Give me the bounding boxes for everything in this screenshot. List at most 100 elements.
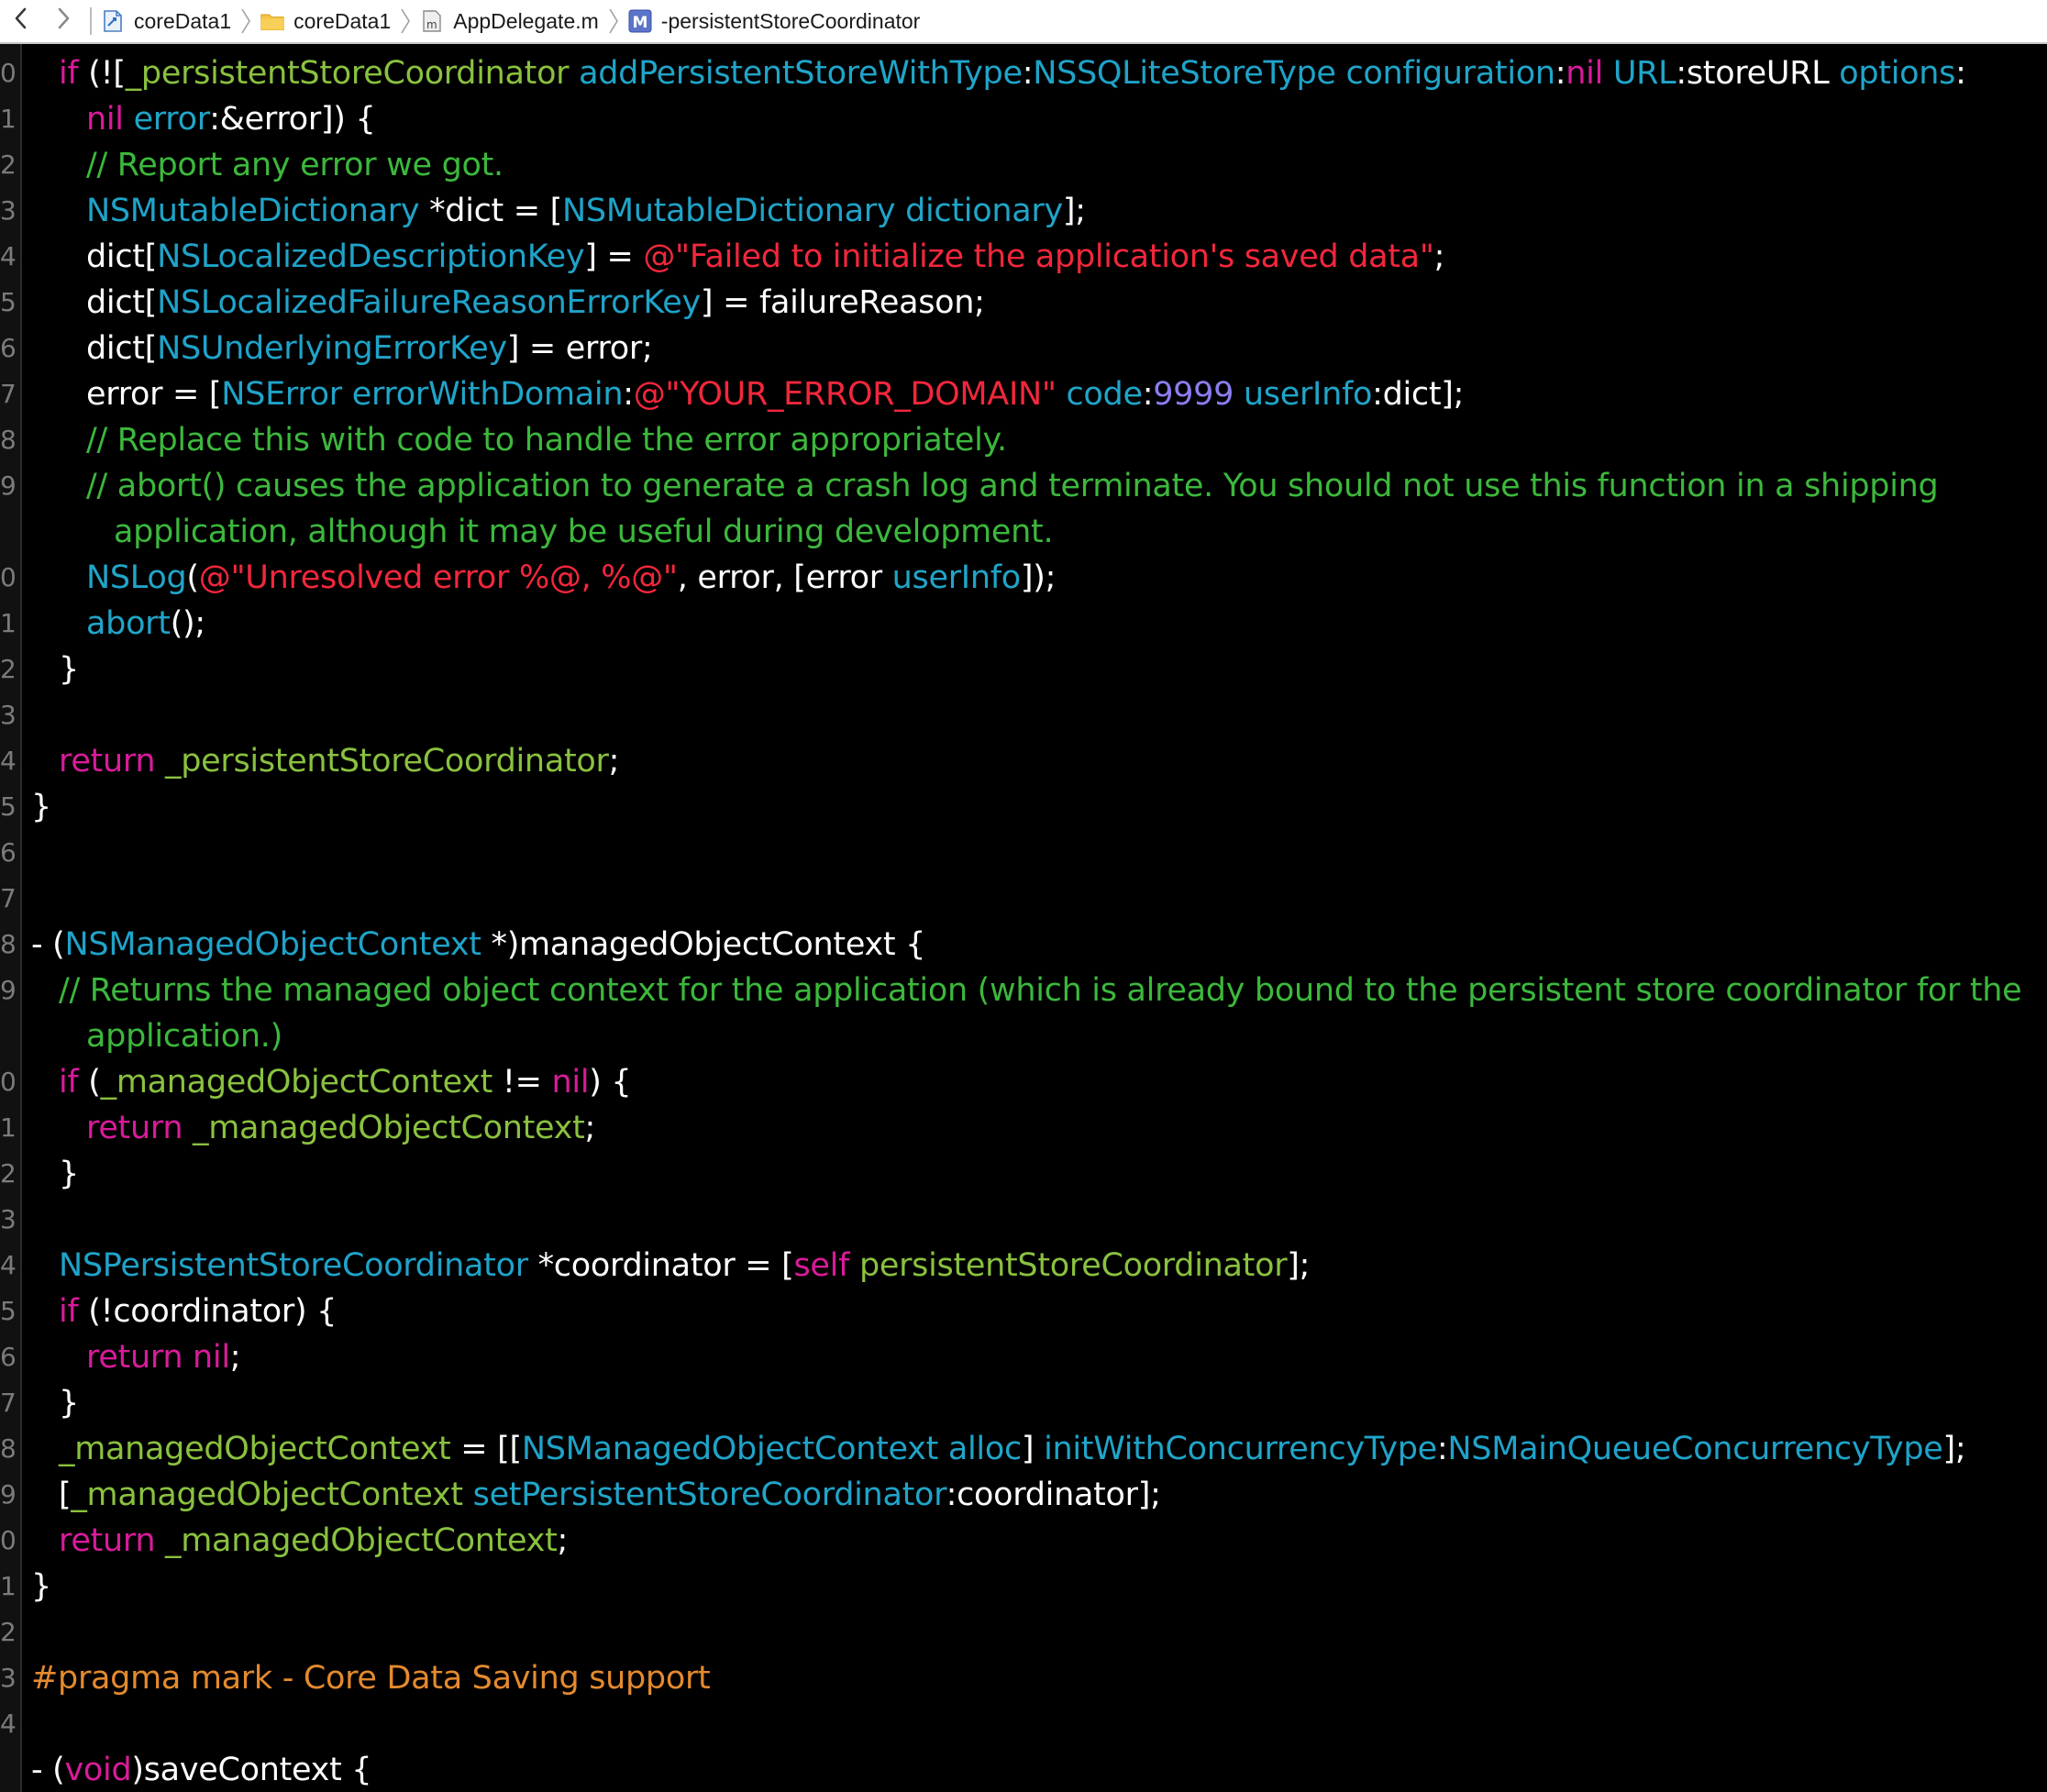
code-line[interactable]: NSMutableDictionary *dict = [NSMutableDi…	[86, 188, 1086, 234]
code-token: ;	[229, 1339, 241, 1376]
code-line[interactable]: if (_managedObjectContext != nil) {	[59, 1059, 632, 1105]
code-token: alloc	[947, 1431, 1022, 1467]
code-line[interactable]: return _managedObjectContext;	[59, 1518, 568, 1564]
line-number: 9	[0, 1479, 17, 1510]
code-line[interactable]: _managedObjectContext = [[NSManagedObjec…	[59, 1426, 1966, 1472]
code-token: nil	[86, 101, 124, 138]
code-line[interactable]: NSPersistentStoreCoordinator *coordinato…	[59, 1243, 1310, 1289]
code-line[interactable]: dict[NSLocalizedDescriptionKey] = @"Fail…	[86, 234, 1444, 280]
code-token: #pragma mark - Core Data Saving support	[31, 1660, 711, 1697]
code-token: = [[	[450, 1431, 522, 1467]
code-token: *dict = [	[419, 193, 563, 229]
line-number: 3	[0, 1204, 17, 1234]
code-line[interactable]: - (NSManagedObjectContext *)managedObjec…	[31, 922, 925, 968]
code-token: NSSQLiteStoreType	[1033, 55, 1336, 92]
code-line[interactable]: #pragma mark - Core Data Saving support	[31, 1655, 711, 1701]
line-number: 6	[0, 837, 17, 868]
xcode-project-icon	[101, 9, 125, 33]
breadcrumb-separator-icon	[240, 7, 251, 35]
code-token: ];	[1287, 1247, 1311, 1284]
code-token: return	[86, 1339, 183, 1376]
code-line[interactable]: // Replace this with code to handle the …	[86, 417, 1007, 463]
line-number: 3	[0, 1663, 17, 1693]
breadcrumb-label: -persistentStoreCoordinator	[660, 8, 921, 33]
code-line[interactable]: - (void)saveContext {	[31, 1747, 372, 1792]
code-line[interactable]: NSLog(@"Unresolved error %@, %@", error,…	[86, 555, 1056, 601]
code-line[interactable]: return _persistentStoreCoordinator;	[59, 738, 619, 784]
code-line[interactable]: }	[31, 1564, 51, 1609]
code-token: application.)	[86, 1018, 282, 1055]
code-token: @"Unresolved error %@, %@"	[198, 559, 678, 596]
code-line[interactable]: application.)	[86, 1013, 282, 1059]
code-token: _managedObjectContext	[193, 1110, 585, 1146]
code-line[interactable]: nil error:&error]) {	[86, 96, 376, 142]
code-token: ;	[584, 1110, 596, 1146]
code-token: self	[793, 1247, 850, 1284]
code-token: // Replace this with code to handle the …	[86, 422, 1007, 459]
code-line[interactable]: }	[31, 784, 51, 830]
code-token: 9999	[1153, 376, 1234, 413]
code-line[interactable]: // Report any error we got.	[86, 142, 503, 188]
code-token: _managedObjectContext	[71, 1477, 463, 1513]
code-line[interactable]: [_managedObjectContext setPersistentStor…	[59, 1472, 1161, 1518]
breadcrumb-method[interactable]: M -persistentStoreCoordinator	[628, 8, 921, 34]
code-token: ];	[1942, 1431, 1966, 1467]
source-editor[interactable]: 0 1 2 3 4 5 6 7 8 9 0 1 2 3 4 5 6 7 8 9 0 1 2 3 4 5 6 7 8 9 0 1 2 3 4 if (…	[0, 44, 2047, 1792]
breadcrumb-separator-icon	[400, 7, 411, 35]
code-token: ] = error;	[506, 330, 653, 367]
folder-icon	[260, 9, 284, 33]
code-token: }	[31, 789, 51, 825]
code-line[interactable]: abort();	[86, 601, 205, 647]
code-line[interactable]: }	[59, 647, 79, 692]
line-number: 8	[0, 425, 17, 455]
code-token: *)managedObjectContext {	[481, 926, 926, 963]
line-number: 1	[0, 1571, 17, 1601]
line-number: 4	[0, 746, 17, 776]
code-line[interactable]: dict[NSLocalizedFailureReasonErrorKey] =…	[86, 280, 985, 326]
objc-file-icon: m	[420, 9, 444, 33]
line-number: 3	[0, 195, 17, 226]
breadcrumb-file[interactable]: m AppDelegate.m	[420, 9, 599, 34]
code-token: error = [	[86, 376, 222, 413]
code-line[interactable]: if (![_persistentStoreCoordinator addPer…	[59, 50, 1966, 96]
code-token: !=	[492, 1064, 552, 1101]
code-line[interactable]: }	[59, 1380, 79, 1426]
code-token: :dict];	[1372, 376, 1465, 413]
line-number: 2	[0, 654, 17, 684]
code-token: dict[	[86, 284, 158, 321]
code-line[interactable]: // abort() causes the application to gen…	[86, 463, 1939, 509]
breadcrumb-project[interactable]: coreData1	[101, 9, 231, 34]
code-line[interactable]: error = [NSError errorWithDomain:@"YOUR_…	[86, 371, 1464, 417]
code-token: void	[64, 1752, 132, 1788]
code-line[interactable]: }	[59, 1151, 79, 1197]
code-token: ;	[557, 1522, 569, 1559]
code-token: NSLocalizedDescriptionKey	[157, 238, 585, 275]
code-token: NSUnderlyingErrorKey	[157, 330, 507, 367]
line-number: 7	[0, 883, 17, 913]
code-line[interactable]: application, although it may be useful d…	[114, 509, 1054, 555]
code-line[interactable]: if (!coordinator) {	[59, 1289, 337, 1334]
code-token: :	[1022, 55, 1034, 92]
forward-button[interactable]	[42, 0, 84, 42]
line-number: 7	[0, 379, 17, 409]
line-number: 7	[0, 1388, 17, 1418]
code-line[interactable]: return nil;	[86, 1334, 241, 1380]
code-token: code	[1066, 376, 1143, 413]
back-button[interactable]	[0, 0, 42, 42]
breadcrumb-group[interactable]: coreData1	[260, 9, 391, 34]
code-token: :coordinator];	[946, 1477, 1161, 1513]
line-number: 9	[0, 470, 17, 501]
line-number: 5	[0, 1296, 17, 1326]
code-line[interactable]: dict[NSUnderlyingErrorKey] = error;	[86, 326, 653, 371]
code-line[interactable]: // Returns the managed object context fo…	[59, 968, 2022, 1013]
line-number: 1	[0, 1112, 17, 1143]
line-number: 0	[0, 1067, 17, 1097]
code-line[interactable]: return _managedObjectContext;	[86, 1105, 595, 1151]
